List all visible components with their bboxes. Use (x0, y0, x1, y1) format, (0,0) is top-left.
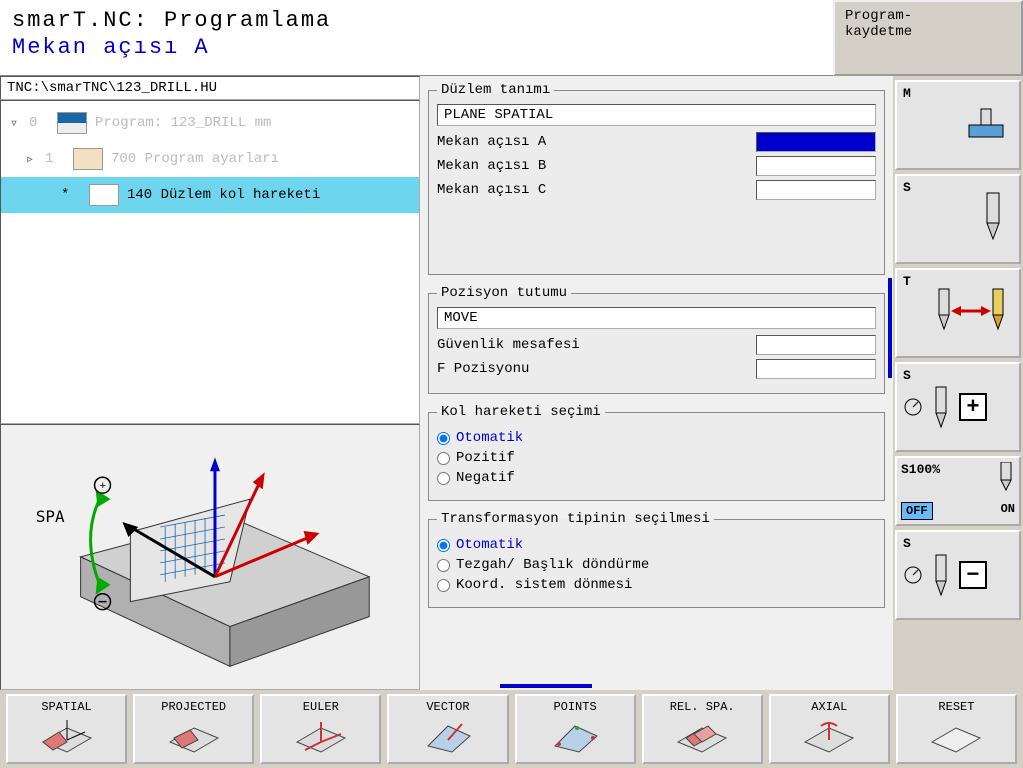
off-indicator: OFF (901, 502, 933, 520)
scroll-indicator (888, 278, 892, 378)
angle-c-input[interactable] (756, 180, 876, 200)
transform-selection-group: Transformasyon tipinin seçilmesi Otomati… (428, 511, 885, 608)
tree-item-label: Program: 123_DRILL mm (95, 115, 271, 131)
plane-icon (164, 716, 224, 756)
swivel-auto-radio[interactable] (437, 432, 450, 445)
plane-icon (418, 716, 478, 756)
softkey-euler[interactable]: EULER (260, 694, 381, 764)
plane-icon (89, 184, 119, 206)
header-subtitle: Mekan açısı A (12, 35, 821, 60)
transform-table-label: Tezgah/ Başlık döndürme (456, 557, 649, 573)
softkey-reset[interactable]: RESET (896, 694, 1017, 764)
file-path: TNC:\smarTNC\123_DRILL.HU (0, 76, 420, 100)
plane-definition-group: Düzlem tanımı PLANE SPATIAL Mekan açısı … (428, 82, 885, 275)
machine-icon (957, 103, 1013, 148)
s-plus-button[interactable]: S + (895, 362, 1021, 452)
t-button[interactable]: T (895, 268, 1021, 358)
mode-display: Program- kaydetme (833, 0, 1023, 76)
transform-coord-radio[interactable] (437, 579, 450, 592)
angle-b-label: Mekan açısı B (437, 158, 756, 174)
expand-icon[interactable]: ▹ (23, 151, 37, 168)
svg-text:SPA: SPA (36, 507, 65, 526)
plane-icon (37, 716, 97, 756)
dial-icon (903, 565, 923, 585)
plane-def-legend: Düzlem tanımı (437, 82, 554, 98)
svg-text:+: + (100, 481, 107, 493)
softkey-axial[interactable]: AXIAL (769, 694, 890, 764)
swivel-neg-label: Negatif (456, 470, 515, 486)
transform-auto-label: Otomatik (456, 537, 523, 553)
swivel-auto-label: Otomatik (456, 430, 523, 446)
softkey-vector[interactable]: VECTOR (387, 694, 508, 764)
softkey-bar: SPATIAL PROJECTED EULER VECTOR POINTS RE… (0, 690, 1023, 768)
plane-preview: + SPA (0, 424, 420, 690)
spindle-icon (929, 385, 953, 429)
swivel-selection-group: Kol hareketi seçimi Otomatik Pozitif Neg… (428, 404, 885, 501)
transform-legend: Transformasyon tipinin seçilmesi (437, 511, 714, 527)
safety-dist-input[interactable] (756, 335, 876, 355)
softkey-points[interactable]: POINTS (515, 694, 636, 764)
transform-table-radio[interactable] (437, 559, 450, 572)
pos-mode-legend: Pozisyon tutumu (437, 285, 571, 301)
pos-mode-field: MOVE (437, 307, 876, 329)
position-mode-group: Pozisyon tutumu MOVE Güvenlik mesafesi F… (428, 285, 885, 394)
tree-row[interactable]: * 140 Düzlem kol hareketi (1, 177, 419, 213)
expand-icon[interactable]: ▿ (7, 115, 21, 132)
plus-icon: + (959, 393, 987, 421)
tree-row[interactable]: ▹ 1 700 Program ayarları (1, 141, 419, 177)
swivel-pos-label: Pozitif (456, 450, 515, 466)
softkey-rel-spa[interactable]: REL. SPA. (642, 694, 763, 764)
spindle-icon (997, 462, 1015, 492)
m-button[interactable]: M (895, 80, 1021, 170)
angle-a-label: Mekan açısı A (437, 134, 756, 150)
softkey-spatial[interactable]: SPATIAL (6, 694, 127, 764)
angle-a-input[interactable] (756, 132, 876, 152)
softkey-projected[interactable]: PROJECTED (133, 694, 254, 764)
spindle-icon (929, 553, 953, 597)
tool-change-icon (931, 283, 1013, 344)
minus-icon: − (959, 561, 987, 589)
angle-c-label: Mekan açısı C (437, 182, 756, 198)
tree-row[interactable]: ▿ 0 Program: 123_DRILL mm (1, 105, 419, 141)
s-minus-button[interactable]: S − (895, 530, 1021, 620)
s100-button[interactable]: S100% OFF ON (895, 456, 1021, 526)
program-tree[interactable]: ▿ 0 Program: 123_DRILL mm ▹ 1 700 Progra… (0, 100, 420, 424)
swivel-pos-radio[interactable] (437, 452, 450, 465)
tree-item-label: 700 Program ayarları (111, 151, 279, 167)
safety-dist-label: Güvenlik mesafesi (437, 337, 756, 353)
f-pos-input[interactable] (756, 359, 876, 379)
transform-coord-label: Koord. sistem dönmesi (456, 577, 632, 593)
plane-mode-field: PLANE SPATIAL (437, 104, 876, 126)
plane-icon (799, 716, 859, 756)
angle-b-input[interactable] (756, 156, 876, 176)
swivel-neg-radio[interactable] (437, 472, 450, 485)
f-pos-label: F Pozisyonu (437, 361, 756, 377)
tree-item-label: 140 Düzlem kol hareketi (127, 187, 320, 203)
plane-icon (545, 716, 605, 756)
plane-icon (926, 716, 986, 756)
plane-icon (291, 716, 351, 756)
softkey-indicator (500, 684, 592, 688)
spindle-icon (973, 189, 1013, 250)
plane-icon (672, 716, 732, 756)
s-button[interactable]: S (895, 174, 1021, 264)
app-title: smarT.NC: Programlama (12, 8, 821, 33)
transform-auto-radio[interactable] (437, 539, 450, 552)
swivel-legend: Kol hareketi seçimi (437, 404, 605, 420)
settings-icon (73, 148, 103, 170)
dial-icon (903, 397, 923, 417)
on-indicator: ON (1001, 502, 1015, 520)
program-icon (57, 112, 87, 134)
